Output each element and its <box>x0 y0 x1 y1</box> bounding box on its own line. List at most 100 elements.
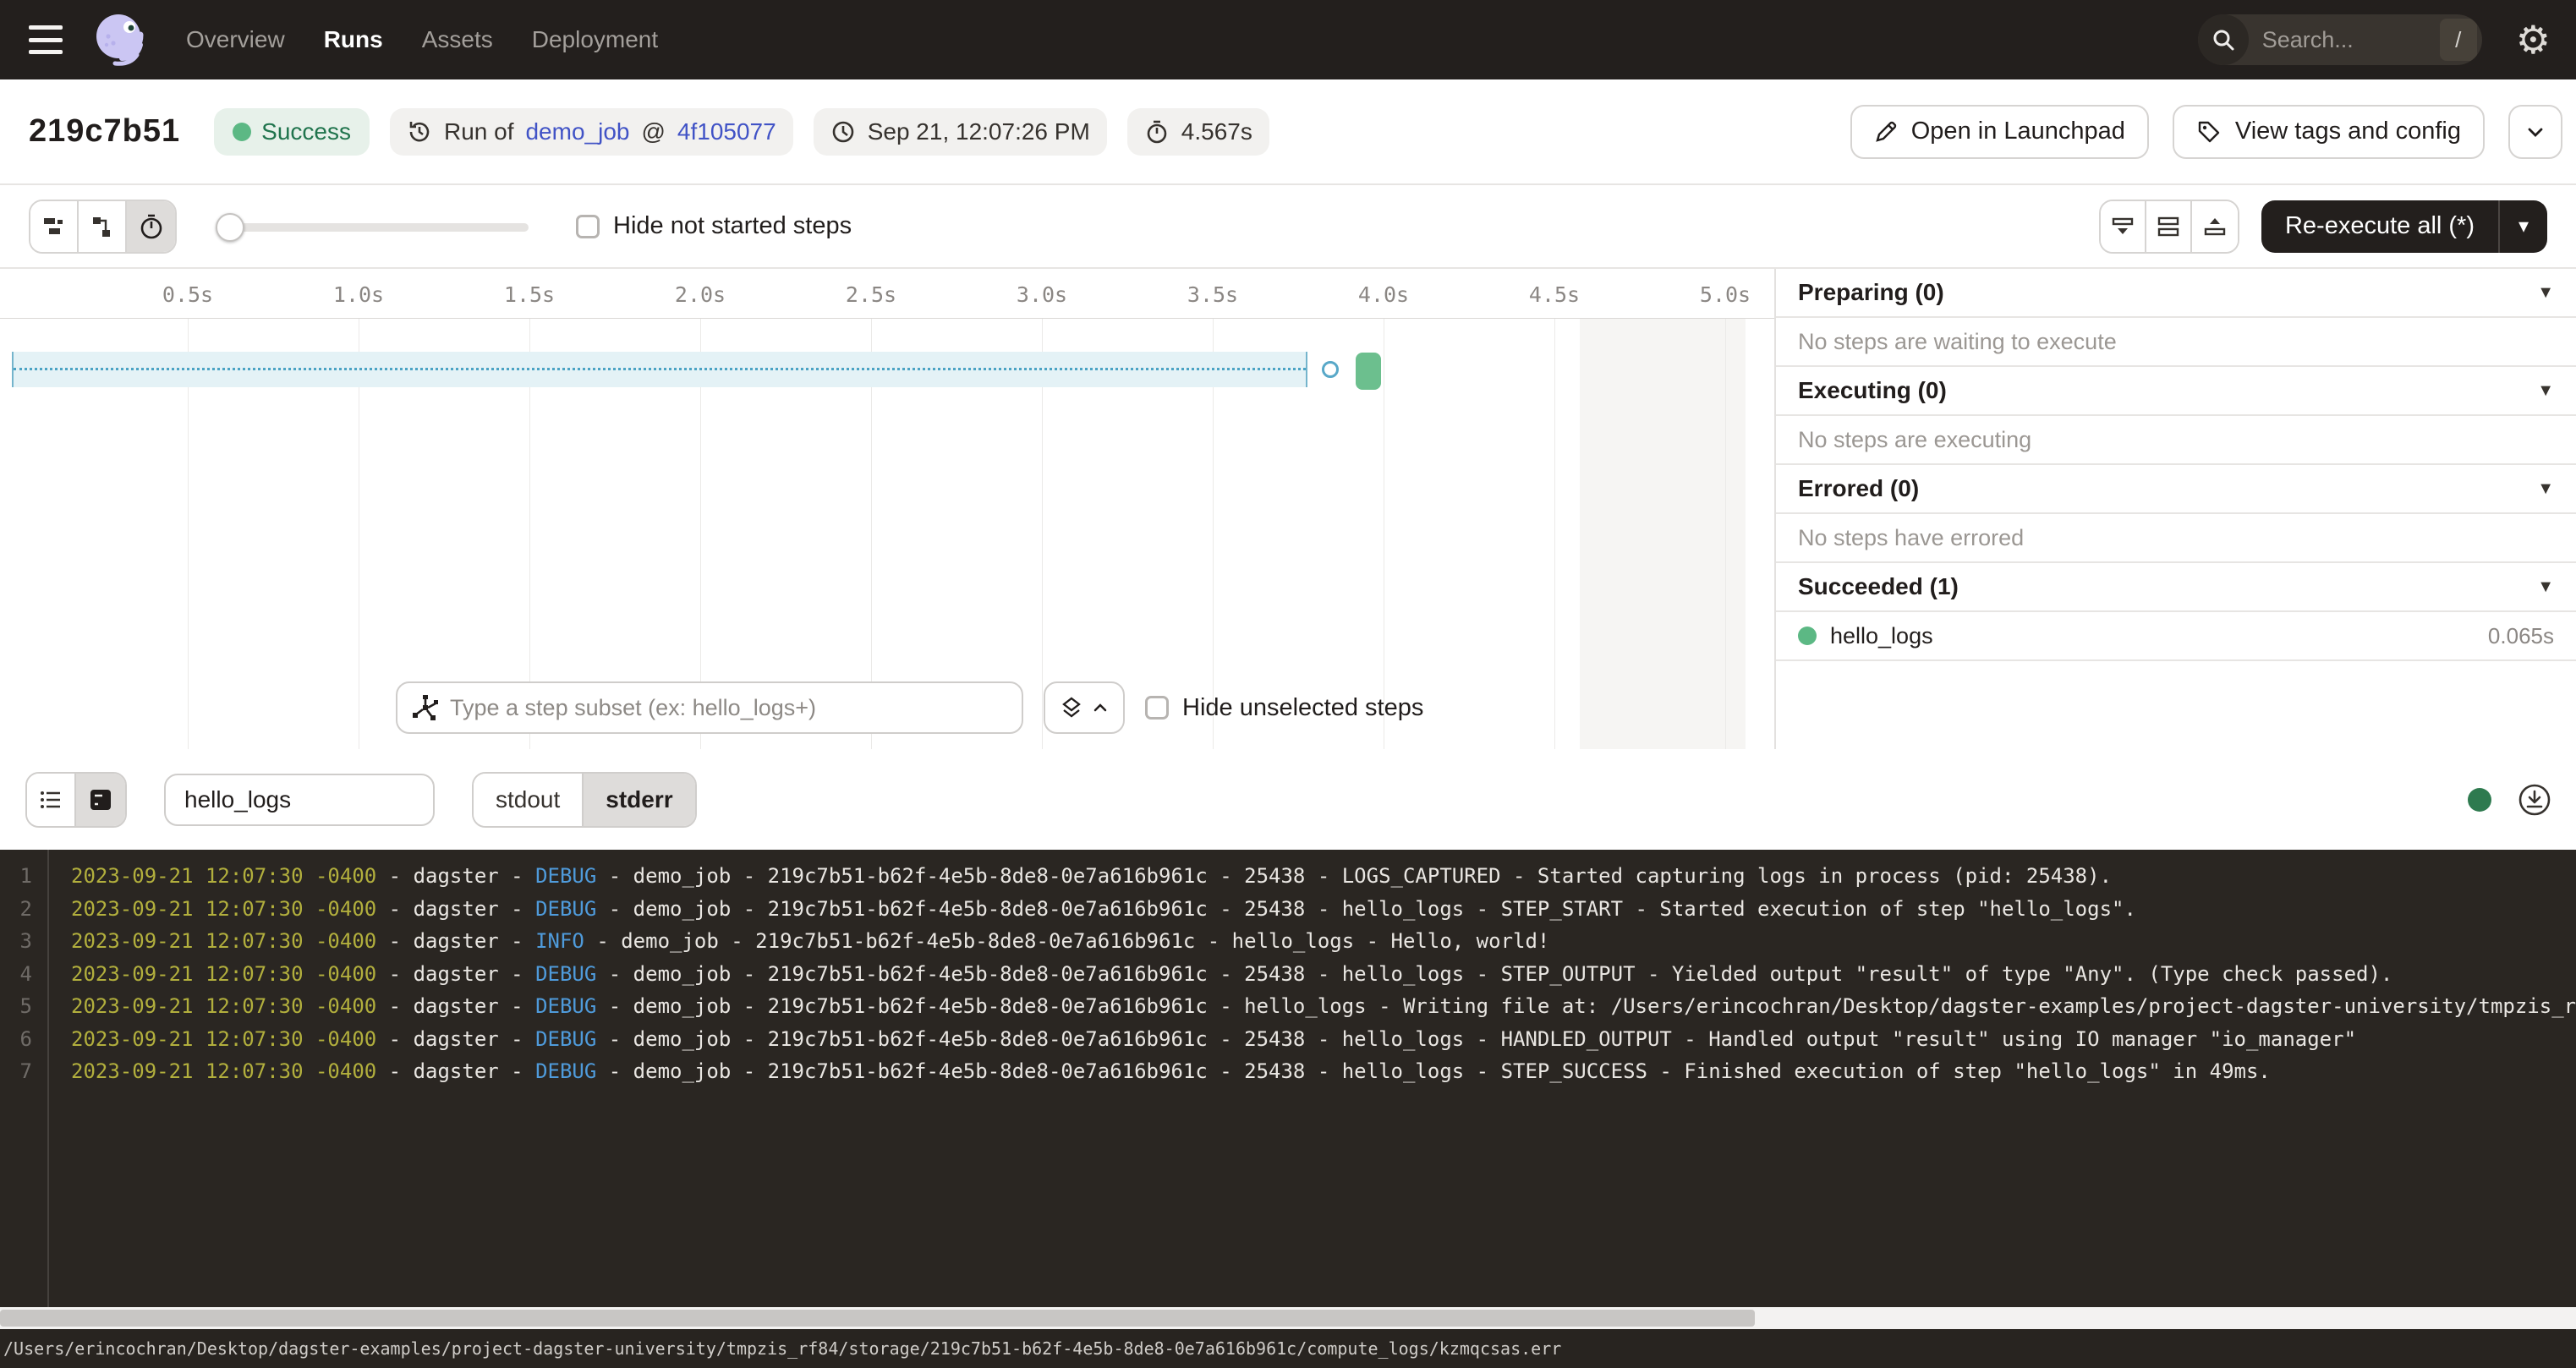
log-toolbar: stdout stderr <box>0 749 2576 850</box>
log-line: 42023-09-21 12:07:30 -0400 - dagster - D… <box>0 958 2576 991</box>
raw-log-view-button[interactable] <box>76 774 125 826</box>
view-timed-button[interactable] <box>127 201 175 252</box>
run-actions-dropdown-button[interactable] <box>2508 105 2562 159</box>
structured-log-view-button[interactable] <box>27 774 76 826</box>
chevron-down-icon <box>2524 121 2546 143</box>
timestamp-tag: Sep 21, 12:07:26 PM <box>814 108 1107 156</box>
menu-icon[interactable] <box>29 25 63 54</box>
view-waterfall-button[interactable] <box>79 201 127 252</box>
gantt-step-hello-logs[interactable] <box>1356 353 1381 390</box>
dagster-logo-icon[interactable] <box>93 13 147 67</box>
gantt-marker-dot <box>1322 361 1339 378</box>
step-subset-input[interactable] <box>450 695 1006 721</box>
axis-tick-label: 4.0s <box>1358 282 1409 307</box>
axis-tick-label: 2.5s <box>846 282 896 307</box>
succeeded-step-row[interactable]: hello_logs 0.065s <box>1776 612 2576 661</box>
axis-tick-label: 1.0s <box>333 282 384 307</box>
hide-not-started-label: Hide not started steps <box>613 212 852 240</box>
log-path-bar: /Users/erincochran/Desktop/dagster-examp… <box>0 1329 2576 1368</box>
download-icon[interactable] <box>2517 782 2552 818</box>
grid-line <box>1725 319 1726 749</box>
zoom-slider-knob[interactable] <box>216 213 244 242</box>
empty-message: No steps are waiting to execute <box>1798 329 2117 355</box>
waterfall-view-icon <box>90 214 115 239</box>
tab-stderr[interactable]: stderr <box>584 774 694 826</box>
view-tags-config-label: View tags and config <box>2235 118 2461 145</box>
tab-stdout[interactable]: stdout <box>474 774 584 826</box>
open-in-launchpad-button[interactable]: Open in Launchpad <box>1850 105 2149 159</box>
hide-not-started-checkbox[interactable]: Hide not started steps <box>576 212 852 240</box>
panel-bottom-button[interactable] <box>2101 201 2146 252</box>
nav-item-runs[interactable]: Runs <box>324 26 383 53</box>
reexecute-all-button[interactable]: Re-execute all (*) ▾ <box>2261 200 2547 253</box>
axis-tick-label: 4.5s <box>1529 282 1580 307</box>
status-dot-icon <box>233 123 251 141</box>
axis-tick-label: 5.0s <box>1700 282 1751 307</box>
caret-down-icon: ▼ <box>2537 381 2554 401</box>
view-tags-config-button[interactable]: View tags and config <box>2173 105 2485 159</box>
reexecute-all-label: Re-execute all (*) <box>2261 212 2498 240</box>
graph-query-toggle-button[interactable] <box>1044 681 1125 734</box>
gantt-view-mode-segment <box>29 200 177 254</box>
scrollbar-thumb[interactable] <box>0 1310 1755 1327</box>
axis-tick-label: 1.5s <box>504 282 555 307</box>
gantt-axis-border <box>0 318 1774 319</box>
run-of-label: Run of <box>444 118 514 145</box>
gear-icon[interactable]: ⚙ <box>2516 20 2551 59</box>
log-line: 52023-09-21 12:07:30 -0400 - dagster - D… <box>0 990 2576 1023</box>
log-file-path: /Users/erincochran/Desktop/dagster-examp… <box>3 1338 1561 1359</box>
code-version-link[interactable]: 4f105077 <box>677 118 776 145</box>
horizontal-scrollbar <box>0 1307 2576 1329</box>
axis-tick-label: 0.5s <box>162 282 213 307</box>
empty-message: No steps are executing <box>1798 427 2031 453</box>
status-badge: Success <box>214 108 370 156</box>
panel-split-icon <box>2156 214 2181 239</box>
nav-items: Overview Runs Assets Deployment <box>186 26 658 53</box>
search-input[interactable]: Search... / <box>2198 14 2482 65</box>
hide-unselected-checkbox[interactable]: Hide unselected steps <box>1145 694 1423 722</box>
caret-down-icon: ▼ <box>2537 479 2554 499</box>
stopwatch-view-icon <box>138 213 165 240</box>
section-title: Succeeded (1) <box>1798 573 1959 600</box>
log-view-segment <box>25 772 127 828</box>
zoom-slider[interactable] <box>216 201 529 252</box>
axis-tick-label: 3.0s <box>1017 282 1067 307</box>
section-succeeded-header[interactable]: Succeeded (1) ▼ <box>1776 563 2576 612</box>
op-selector-icon <box>413 695 438 720</box>
panel-split-button[interactable] <box>2146 201 2192 252</box>
nav-item-deployment[interactable]: Deployment <box>532 26 658 53</box>
section-title: Preparing (0) <box>1798 279 1944 306</box>
panel-expand-up-icon <box>2202 214 2228 239</box>
axis-tick-label: 3.5s <box>1187 282 1238 307</box>
checkbox-icon <box>1145 696 1169 720</box>
checkbox-icon <box>576 215 600 238</box>
step-duration: 0.065s <box>2488 623 2554 649</box>
nav-item-overview[interactable]: Overview <box>186 26 285 53</box>
stopwatch-icon <box>1144 119 1170 145</box>
list-view-icon <box>38 787 63 813</box>
flat-view-icon <box>41 214 67 239</box>
section-preparing-header[interactable]: Preparing (0) ▼ <box>1776 269 2576 318</box>
history-icon <box>407 119 432 145</box>
gantt-dotted-leader <box>14 368 1306 370</box>
view-flat-button[interactable] <box>30 201 79 252</box>
log-line: 72023-09-21 12:07:30 -0400 - dagster - D… <box>0 1055 2576 1088</box>
section-executing-header[interactable]: Executing (0) ▼ <box>1776 367 2576 416</box>
log-line: 12023-09-21 12:07:30 -0400 - dagster - D… <box>0 860 2576 893</box>
reexecute-dropdown-caret[interactable]: ▾ <box>2500 214 2547 238</box>
nav-item-assets[interactable]: Assets <box>422 26 493 53</box>
duration-label: 4.567s <box>1181 118 1252 145</box>
panel-top-button[interactable] <box>2192 201 2238 252</box>
success-dot-icon <box>1798 627 1817 645</box>
section-errored-header[interactable]: Errored (0) ▼ <box>1776 465 2576 514</box>
duration-tag: 4.567s <box>1127 108 1269 156</box>
gantt-section: 0.5s 1.0s 1.5s 2.0s 2.5s 3.0s 3.5s 4.0s 4.5s 5.0s… <box>0 269 2576 749</box>
stdout-stderr-segment: stdout stderr <box>472 772 697 828</box>
axis-tick-label: 2.0s <box>675 282 726 307</box>
section-errored-empty: No steps have errored <box>1776 514 2576 563</box>
section-preparing-empty: No steps are waiting to execute <box>1776 318 2576 367</box>
log-filter-input[interactable] <box>164 774 435 826</box>
panel-expand-down-icon <box>2110 214 2135 239</box>
job-name-link[interactable]: demo_job <box>525 118 629 145</box>
caret-down-icon: ▼ <box>2537 577 2554 597</box>
